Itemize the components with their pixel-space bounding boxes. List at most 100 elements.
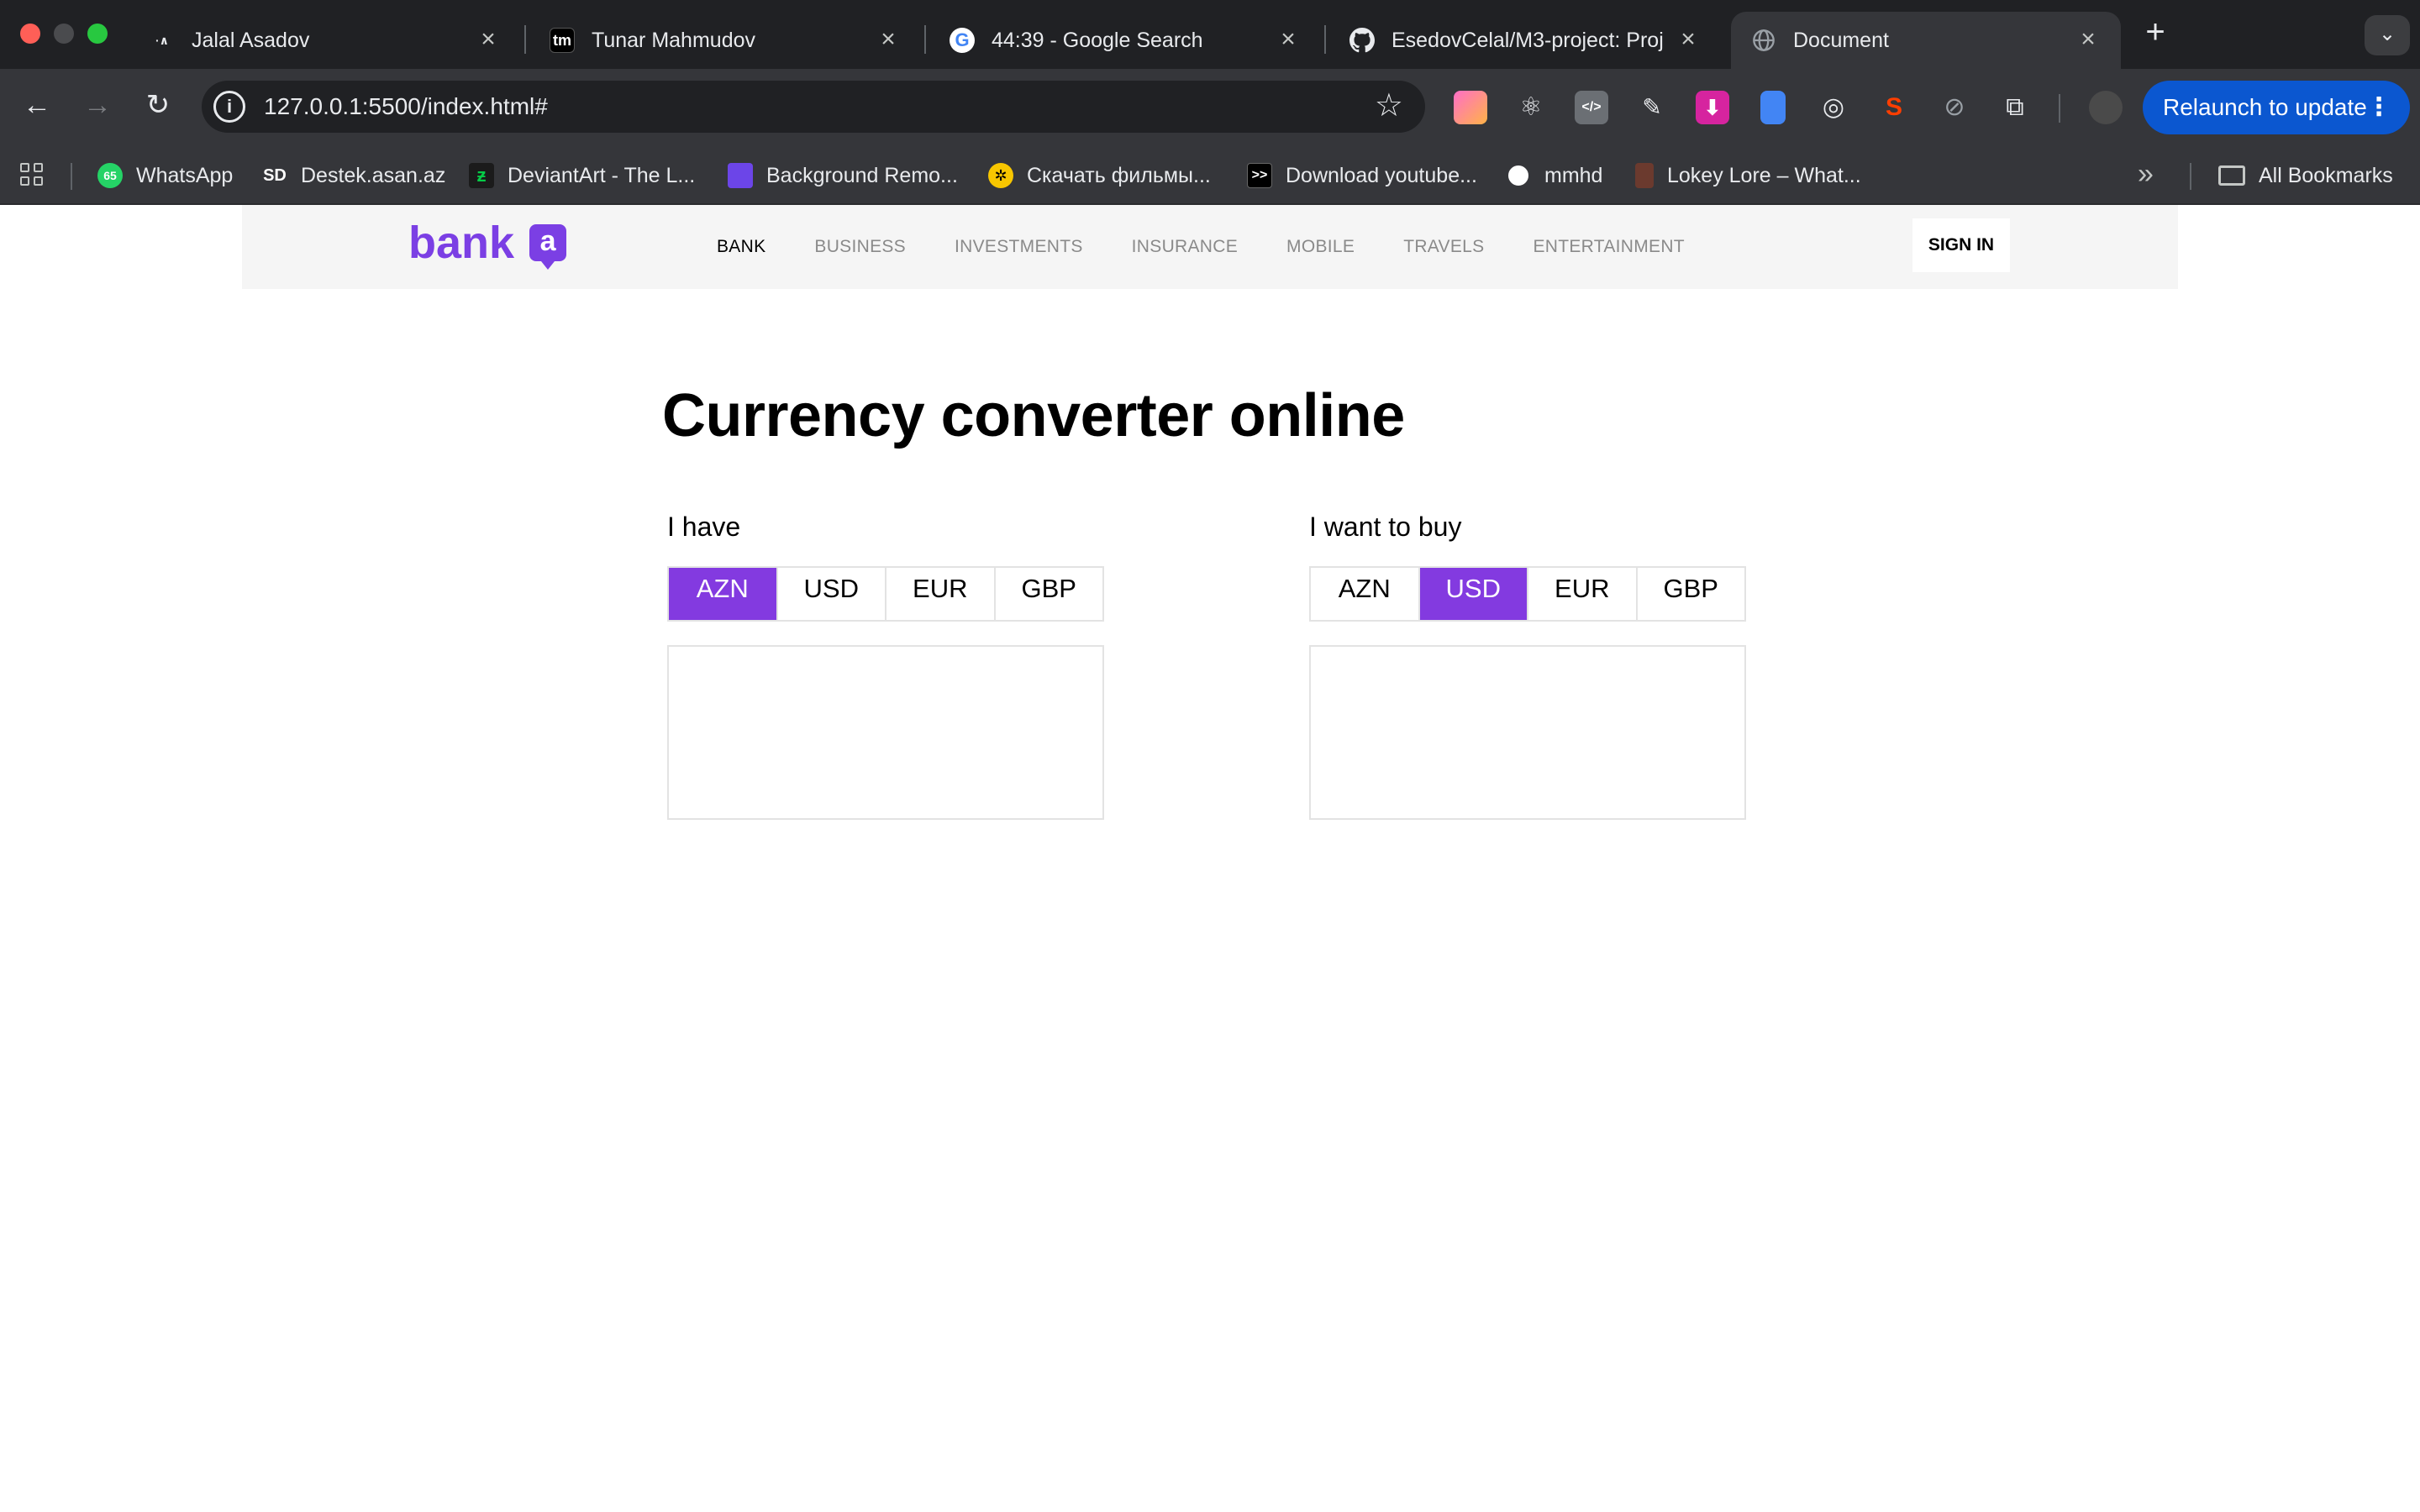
bookmarks-separator	[2190, 163, 2191, 190]
browser-tab-strip: ·∧ Jalal Asadov × tm Tunar Mahmudov × G …	[0, 0, 2420, 69]
bookmark-films[interactable]: ✲ Скачать фильмы...	[988, 146, 1211, 205]
want-currency-eur[interactable]: EUR	[1528, 568, 1638, 620]
tab-close-icon[interactable]: ×	[1677, 27, 1699, 52]
want-amount-input[interactable]	[1309, 645, 1746, 820]
bookmark-background-remover[interactable]: Background Remo...	[728, 146, 958, 205]
bookmark-label: Lokey Lore – What...	[1667, 163, 1861, 187]
apps-grid-icon[interactable]	[20, 163, 45, 188]
bookmarks-overflow-chevron-icon[interactable]: »	[2138, 158, 2154, 191]
deviantart-icon: ƶ	[469, 163, 494, 188]
extensions-puzzle-icon[interactable]: ⧉	[1998, 91, 2032, 124]
nav-mobile[interactable]: MOBILE	[1286, 237, 1355, 257]
github-icon	[1349, 28, 1375, 53]
want-currency-usd[interactable]: USD	[1419, 568, 1528, 620]
tab-title: Tunar Mahmudov	[592, 28, 755, 52]
tab-close-icon[interactable]: ×	[477, 27, 499, 52]
svelte-extension-icon[interactable]: S	[1877, 91, 1911, 124]
site-info-icon[interactable]: i	[213, 91, 245, 123]
bookmark-mmhd[interactable]: mmhd	[1506, 146, 1602, 205]
bookmark-deviantart[interactable]: ƶ DeviantArt - The L...	[469, 146, 695, 205]
page-title: Currency converter online	[662, 382, 1405, 449]
gradient-extension-icon[interactable]	[1454, 91, 1487, 124]
download-extension-icon[interactable]: ⬇	[1696, 91, 1729, 124]
bookmark-label: Destek.asan.az	[301, 163, 446, 187]
browser-tab[interactable]: ·∧ Jalal Asadov ×	[129, 12, 521, 69]
main-nav: BANK BUSINESS INVESTMENTS INSURANCE MOBI…	[717, 205, 1733, 289]
page-viewport: bank a BANK BUSINESS INVESTMENTS INSURAN…	[0, 205, 2420, 1512]
bookmark-label: mmhd	[1544, 163, 1603, 187]
bookmark-label: WhatsApp	[136, 163, 234, 187]
nav-business[interactable]: BUSINESS	[814, 237, 906, 257]
tab-separator	[524, 25, 526, 54]
folder-icon	[2218, 165, 2245, 186]
bookmark-label: Download youtube...	[1286, 163, 1477, 187]
eyedropper-icon[interactable]: ✎	[1635, 91, 1669, 124]
profile-avatar-icon[interactable]	[2089, 91, 2123, 124]
site-header: bank a BANK BUSINESS INVESTMENTS INSURAN…	[242, 205, 2178, 289]
window-maximize-button[interactable]	[87, 24, 108, 44]
want-currency-azn[interactable]: AZN	[1311, 568, 1420, 620]
bookmark-label: Background Remo...	[766, 163, 958, 187]
logo-badge-icon: a	[529, 224, 567, 270]
tab-close-icon[interactable]: ×	[1277, 27, 1299, 52]
bookmarks-separator	[71, 163, 72, 190]
have-amount-input[interactable]	[667, 645, 1104, 820]
relaunch-to-update-button[interactable]: Relaunch to update ⋮	[2143, 81, 2410, 134]
sign-in-button[interactable]: SIGN IN	[1912, 218, 2010, 272]
terminal-icon: >>	[1247, 163, 1272, 188]
browser-tab[interactable]: tm Tunar Mahmudov ×	[529, 12, 921, 69]
want-currency-gbp[interactable]: GBP	[1637, 568, 1744, 620]
tab-search-button[interactable]: ⌄	[2365, 15, 2410, 55]
bookmark-label: DeviantArt - The L...	[508, 163, 696, 187]
browser-tab[interactable]: EsedovCelal/M3-project: Proj ×	[1329, 12, 1721, 69]
want-panel: I want to buy AZN USD EUR GBP	[1309, 509, 1746, 820]
have-currency-azn[interactable]: AZN	[669, 568, 778, 620]
forward-button[interactable]: →	[76, 84, 119, 128]
browser-toolbar: ← → ↻ i 127.0.0.1:5500/index.html# ☆ ⚛ <…	[0, 69, 2420, 146]
browser-tab-active[interactable]: Document ×	[1731, 12, 2121, 69]
new-tab-button[interactable]: +	[2141, 15, 2170, 50]
bookmark-whatsapp[interactable]: 65 WhatsApp	[97, 146, 233, 205]
logo-text: bank	[408, 218, 515, 268]
film-icon: ✲	[988, 163, 1013, 188]
tab-close-icon[interactable]: ×	[877, 27, 899, 52]
bookmark-star-icon[interactable]: ☆	[1375, 87, 1403, 124]
have-label: I have	[667, 512, 741, 542]
reload-button[interactable]: ↻	[136, 84, 180, 128]
target-extension-icon[interactable]: ◎	[1817, 91, 1850, 124]
nav-entertainment[interactable]: ENTERTAINMENT	[1533, 237, 1684, 257]
toolbar-separator	[2059, 94, 2060, 123]
nav-investments[interactable]: INVESTMENTS	[955, 237, 1083, 257]
url-text[interactable]: 127.0.0.1:5500/index.html#	[264, 81, 548, 133]
have-currency-usd[interactable]: USD	[777, 568, 886, 620]
bookmark-download-youtube[interactable]: >> Download youtube...	[1247, 146, 1477, 205]
jalal-favicon-icon: ·∧	[155, 33, 170, 47]
have-currency-gbp[interactable]: GBP	[995, 568, 1102, 620]
back-button[interactable]: ←	[15, 84, 59, 128]
window-close-button[interactable]	[20, 24, 40, 44]
more-menu-icon[interactable]: ⋮	[2366, 81, 2391, 134]
nav-travels[interactable]: TRAVELS	[1403, 237, 1484, 257]
docs-extension-icon[interactable]	[1760, 91, 1786, 124]
have-currency-eur[interactable]: EUR	[886, 568, 996, 620]
nav-insurance[interactable]: INSURANCE	[1132, 237, 1238, 257]
window-minimize-button[interactable]	[54, 24, 74, 44]
whatsapp-icon: 65	[97, 163, 123, 188]
bank-logo[interactable]: bank a	[408, 217, 567, 270]
address-bar[interactable]: i 127.0.0.1:5500/index.html# ☆	[202, 81, 1425, 133]
sd-icon: SD	[263, 165, 287, 185]
bookmark-destek[interactable]: SD Destek.asan.az	[262, 146, 445, 205]
compass-extension-icon[interactable]: ⊘	[1938, 91, 1971, 124]
bookmark-lokey-lore[interactable]: Lokey Lore – What...	[1635, 146, 1861, 205]
code-extension-icon[interactable]: </>	[1575, 91, 1608, 124]
tm-favicon-icon: tm	[550, 28, 575, 53]
bookmark-label: Скачать фильмы...	[1027, 163, 1211, 187]
react-devtools-icon[interactable]: ⚛	[1514, 91, 1548, 124]
nav-bank[interactable]: BANK	[717, 237, 765, 257]
tab-separator	[1324, 25, 1326, 54]
browser-tab[interactable]: G 44:39 - Google Search ×	[929, 12, 1321, 69]
all-bookmarks-button[interactable]: All Bookmarks	[2218, 146, 2393, 205]
tab-close-icon[interactable]: ×	[2077, 27, 2099, 52]
tab-title: Jalal Asadov	[192, 28, 310, 52]
want-label: I want to buy	[1309, 512, 1462, 542]
